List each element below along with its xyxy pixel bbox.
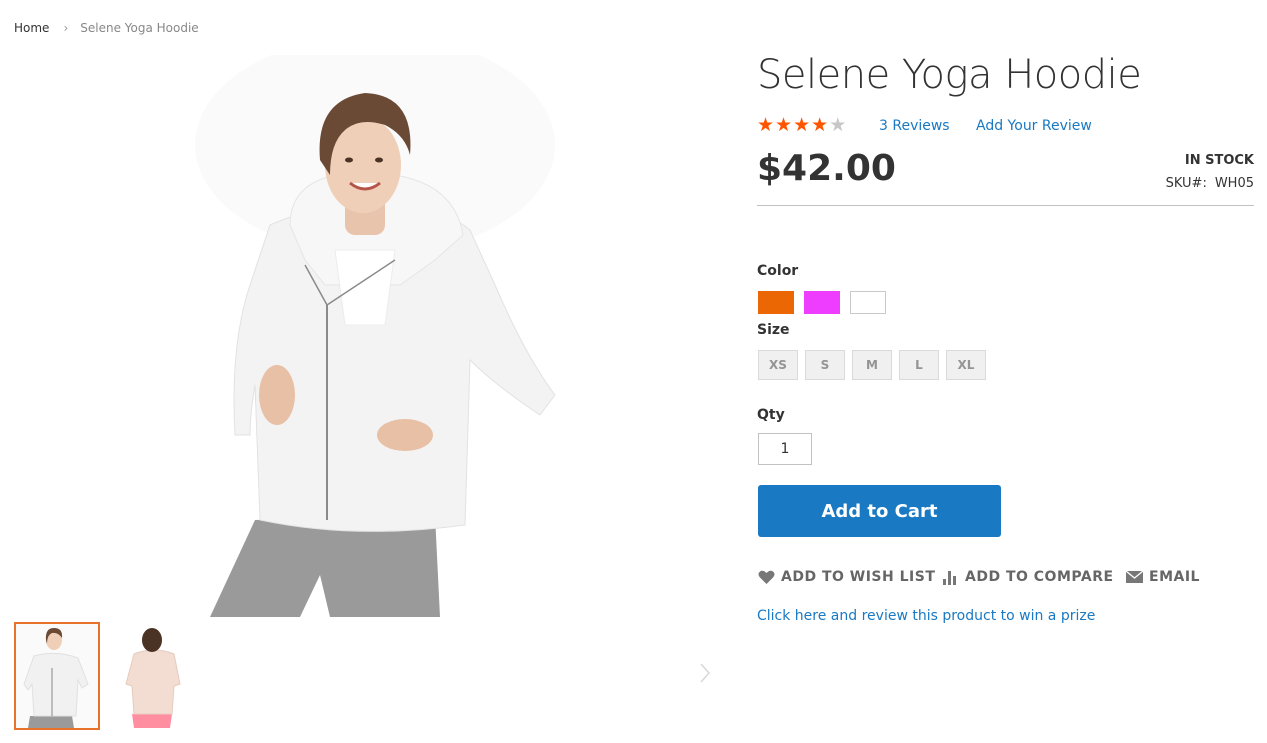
rating-stars: ★ ★ ★ ★ ★ (757, 115, 846, 135)
heart-icon (758, 570, 775, 585)
divider (757, 205, 1254, 206)
size-label: Size (757, 322, 790, 338)
star-icon: ★ (757, 114, 775, 136)
sku-value: WH05 (1214, 176, 1254, 191)
envelope-icon (1126, 571, 1143, 583)
star-icon: ★ (793, 114, 811, 136)
main-product-image[interactable] (195, 35, 570, 617)
email-link[interactable]: EMAIL (1126, 569, 1200, 585)
add-review-link[interactable]: Add Your Review (976, 118, 1092, 134)
size-option-l[interactable]: L (899, 350, 939, 380)
wish-list-label: ADD TO WISH LIST (781, 569, 936, 585)
review-prize-link[interactable]: Click here and review this product to wi… (757, 608, 1095, 624)
size-option-s[interactable]: S (805, 350, 845, 380)
compare-label: ADD TO COMPARE (965, 569, 1114, 585)
compare-icon (942, 570, 959, 585)
qty-label: Qty (757, 407, 785, 423)
email-label: EMAIL (1149, 569, 1200, 585)
star-icon: ★ (775, 114, 793, 136)
size-option-xs[interactable]: XS (758, 350, 798, 380)
sku-label: SKU#: (1165, 176, 1207, 191)
product-sku: SKU#: WH05 (1166, 176, 1254, 191)
gallery-thumbnail-back[interactable] (112, 622, 198, 730)
breadcrumb: Home › Selene Yoga Hoodie (14, 21, 199, 35)
color-swatch-purple[interactable] (804, 291, 840, 314)
breadcrumb-separator-icon: › (63, 21, 69, 35)
qty-input[interactable]: 1 (758, 433, 812, 465)
color-label: Color (757, 263, 799, 279)
breadcrumb-current: Selene Yoga Hoodie (80, 21, 199, 35)
reviews-link[interactable]: 3 Reviews (879, 118, 950, 134)
color-swatch-white[interactable] (850, 291, 886, 314)
star-empty-icon: ★ (829, 114, 847, 136)
color-swatch-orange[interactable] (758, 291, 794, 314)
product-title: Selene Yoga Hoodie (757, 52, 1142, 98)
gallery-thumbnail-front[interactable] (14, 622, 100, 730)
stock-status: IN STOCK (1184, 153, 1254, 168)
add-to-compare-link[interactable]: ADD TO COMPARE (942, 569, 1114, 585)
breadcrumb-home-link[interactable]: Home (14, 21, 49, 35)
add-to-cart-button[interactable]: Add to Cart (758, 485, 1001, 537)
add-to-wish-list-link[interactable]: ADD TO WISH LIST (758, 569, 935, 585)
size-option-xl[interactable]: XL (946, 350, 986, 380)
size-option-m[interactable]: M (852, 350, 892, 380)
product-price: $42.00 (757, 148, 896, 189)
gallery-next-arrow-icon[interactable] (697, 660, 713, 686)
star-icon: ★ (811, 114, 829, 136)
